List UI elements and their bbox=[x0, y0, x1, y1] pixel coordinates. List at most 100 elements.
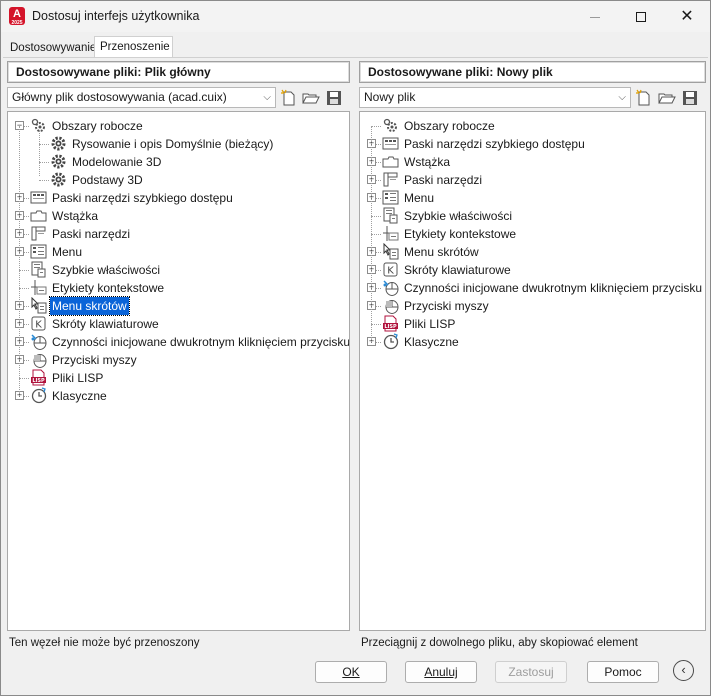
keyboard-shortcut-icon: K bbox=[383, 262, 398, 277]
new-file-selector-row: Nowy plik ⌵ bbox=[359, 87, 706, 111]
window-title: Dostosuj interfejs użytkownika bbox=[32, 9, 200, 23]
tree-item-label: Przyciski myszy bbox=[52, 353, 137, 367]
workspace-gear-icon bbox=[383, 118, 397, 132]
main-file-header: Dostosowywane pliki: Plik główny bbox=[7, 61, 350, 83]
svg-text:LISP: LISP bbox=[32, 378, 45, 384]
left-status-text: Ten węzeł nie może być przenoszony bbox=[9, 637, 200, 649]
quick-access-toolbar-icon bbox=[30, 191, 47, 204]
tab-transfer[interactable]: Przenoszenie bbox=[94, 36, 173, 58]
chevron-left-icon: ‹ bbox=[681, 662, 686, 677]
quick-properties-icon bbox=[383, 207, 398, 224]
mouse-buttons-icon bbox=[385, 300, 399, 314]
shortcut-menu-icon bbox=[383, 243, 399, 260]
tree-connector bbox=[371, 126, 381, 127]
tree-item-label: Skróty klawiaturowe bbox=[404, 263, 511, 277]
chevron-down-icon: ⌵ bbox=[618, 92, 626, 103]
main-file-select[interactable]: Główny plik dostosowywania (acad.cuix) ⌵ bbox=[7, 87, 276, 108]
tree-item-label: Szybkie właściwości bbox=[52, 263, 161, 277]
save-icon[interactable] bbox=[325, 89, 343, 107]
tree-item-label: Paski narzędzi bbox=[52, 227, 131, 241]
new-file-select[interactable]: Nowy plik ⌵ bbox=[359, 87, 631, 108]
toolbar-icon bbox=[31, 226, 46, 241]
quick-access-toolbar-icon bbox=[382, 137, 399, 150]
double-click-icon bbox=[31, 334, 47, 350]
apply-button[interactable]: Zastosuj bbox=[495, 661, 567, 683]
legacy-icon bbox=[383, 333, 399, 350]
tree-item-label: Skróty klawiaturowe bbox=[52, 317, 159, 331]
rollover-tooltip-icon bbox=[383, 226, 399, 241]
tree-item-label: Modelowanie 3D bbox=[72, 155, 162, 169]
tree-item-label: Paski narzędzi szybkiego dostępu bbox=[404, 137, 585, 151]
tree-connector bbox=[371, 216, 381, 217]
close-icon: ✕ bbox=[680, 8, 694, 25]
title-bar: A 2025 Dostosuj interfejs użytkownika ✕ bbox=[1, 1, 710, 32]
tree-connector bbox=[19, 126, 20, 396]
new-file-icon[interactable] bbox=[280, 89, 298, 107]
double-click-icon bbox=[383, 280, 399, 296]
tree-item-label: Paski narzędzi bbox=[404, 173, 483, 187]
toolbar-icon bbox=[383, 172, 398, 187]
tree-connector bbox=[19, 270, 29, 271]
main-file-tree[interactable]: − Obszary robocze Rysowanie i opis Domyśln… bbox=[7, 111, 350, 631]
ribbon-icon bbox=[382, 156, 399, 168]
svg-text:K: K bbox=[35, 320, 42, 331]
tree-item-label: Szybkie właściwości bbox=[404, 209, 513, 223]
minimize-button[interactable] bbox=[572, 1, 618, 32]
tree-item-label: Obszary robocze bbox=[404, 119, 495, 133]
maximize-button[interactable] bbox=[618, 1, 664, 32]
tree-item-label: Klasyczne bbox=[52, 389, 107, 403]
tree-item-label: Rysowanie i opis Domyślnie (bieżący) bbox=[72, 137, 274, 151]
tree-item-label: Wstążka bbox=[52, 209, 99, 223]
main-file-selector-row: Główny plik dostosowywania (acad.cuix) ⌵ bbox=[7, 87, 350, 111]
new-file-tree[interactable]: Obszary robocze + Paski narzędzi szybkiego… bbox=[359, 111, 706, 631]
shortcut-menu-icon bbox=[31, 297, 47, 314]
tree-item-label: Czynności inicjowane dwukrotnym kliknięc… bbox=[404, 281, 706, 295]
tree-connector bbox=[371, 126, 372, 342]
collapse-panel-button[interactable]: ‹ bbox=[673, 660, 694, 681]
rollover-tooltip-icon bbox=[31, 280, 47, 295]
chevron-down-icon: ⌵ bbox=[263, 92, 271, 103]
tree-item-label: Menu bbox=[404, 191, 435, 205]
save-icon[interactable] bbox=[681, 89, 699, 107]
new-file-icon[interactable] bbox=[635, 89, 653, 107]
tree-connector bbox=[39, 180, 49, 181]
tree-item-label: Menu skrótów bbox=[404, 245, 479, 259]
tree-item-label: Przyciski myszy bbox=[404, 299, 489, 313]
tab-customize[interactable]: Dostosowywanie bbox=[5, 38, 96, 58]
open-folder-icon[interactable] bbox=[658, 89, 676, 107]
tree-connector bbox=[371, 324, 381, 325]
tree-item-label: Menu bbox=[52, 245, 83, 259]
svg-text:LISP: LISP bbox=[384, 324, 397, 330]
svg-text:K: K bbox=[387, 266, 394, 277]
keyboard-shortcut-icon: K bbox=[31, 316, 46, 331]
tree-item-label: Paski narzędzi szybkiego dostępu bbox=[52, 191, 233, 205]
tree-connector bbox=[39, 144, 49, 145]
dialog-window: A 2025 Dostosuj interfejs użytkownika ✕ D… bbox=[0, 0, 711, 696]
gear-icon bbox=[51, 154, 66, 169]
close-button[interactable]: ✕ bbox=[664, 1, 710, 32]
open-folder-icon[interactable] bbox=[302, 89, 320, 107]
tree-item-label: Etykiety kontekstowe bbox=[404, 227, 517, 241]
tree-connector bbox=[39, 162, 49, 163]
legacy-icon bbox=[31, 387, 47, 404]
main-file-panel: Dostosowywane pliki: Plik główny Główny … bbox=[7, 61, 350, 631]
menu-icon bbox=[30, 244, 47, 259]
menu-icon bbox=[382, 190, 399, 205]
ok-button[interactable]: OK bbox=[315, 661, 387, 683]
cancel-button[interactable]: Anuluj bbox=[405, 661, 477, 683]
gear-icon bbox=[51, 172, 66, 187]
quick-properties-icon bbox=[31, 261, 46, 278]
help-button[interactable]: Pomoc bbox=[587, 661, 659, 683]
tree-item-label: Menu skrótów bbox=[49, 296, 130, 316]
ribbon-icon bbox=[30, 210, 47, 222]
tree-item-label: Czynności inicjowane dwukrotnym kliknięc… bbox=[52, 335, 350, 349]
autocad-app-icon: A 2025 bbox=[9, 7, 25, 26]
right-status-text: Przeciągnij z dowolnego pliku, aby skopi… bbox=[361, 637, 638, 649]
tree-item-label: Wstążka bbox=[404, 155, 451, 169]
tree-connector bbox=[371, 234, 381, 235]
tree-item-label: Obszary robocze bbox=[52, 119, 143, 133]
new-file-header: Dostosowywane pliki: Nowy plik bbox=[359, 61, 706, 83]
tree-item-label: Podstawy 3D bbox=[72, 173, 143, 187]
maximize-icon bbox=[636, 12, 646, 23]
tree-item-label: Etykiety kontekstowe bbox=[52, 281, 165, 295]
